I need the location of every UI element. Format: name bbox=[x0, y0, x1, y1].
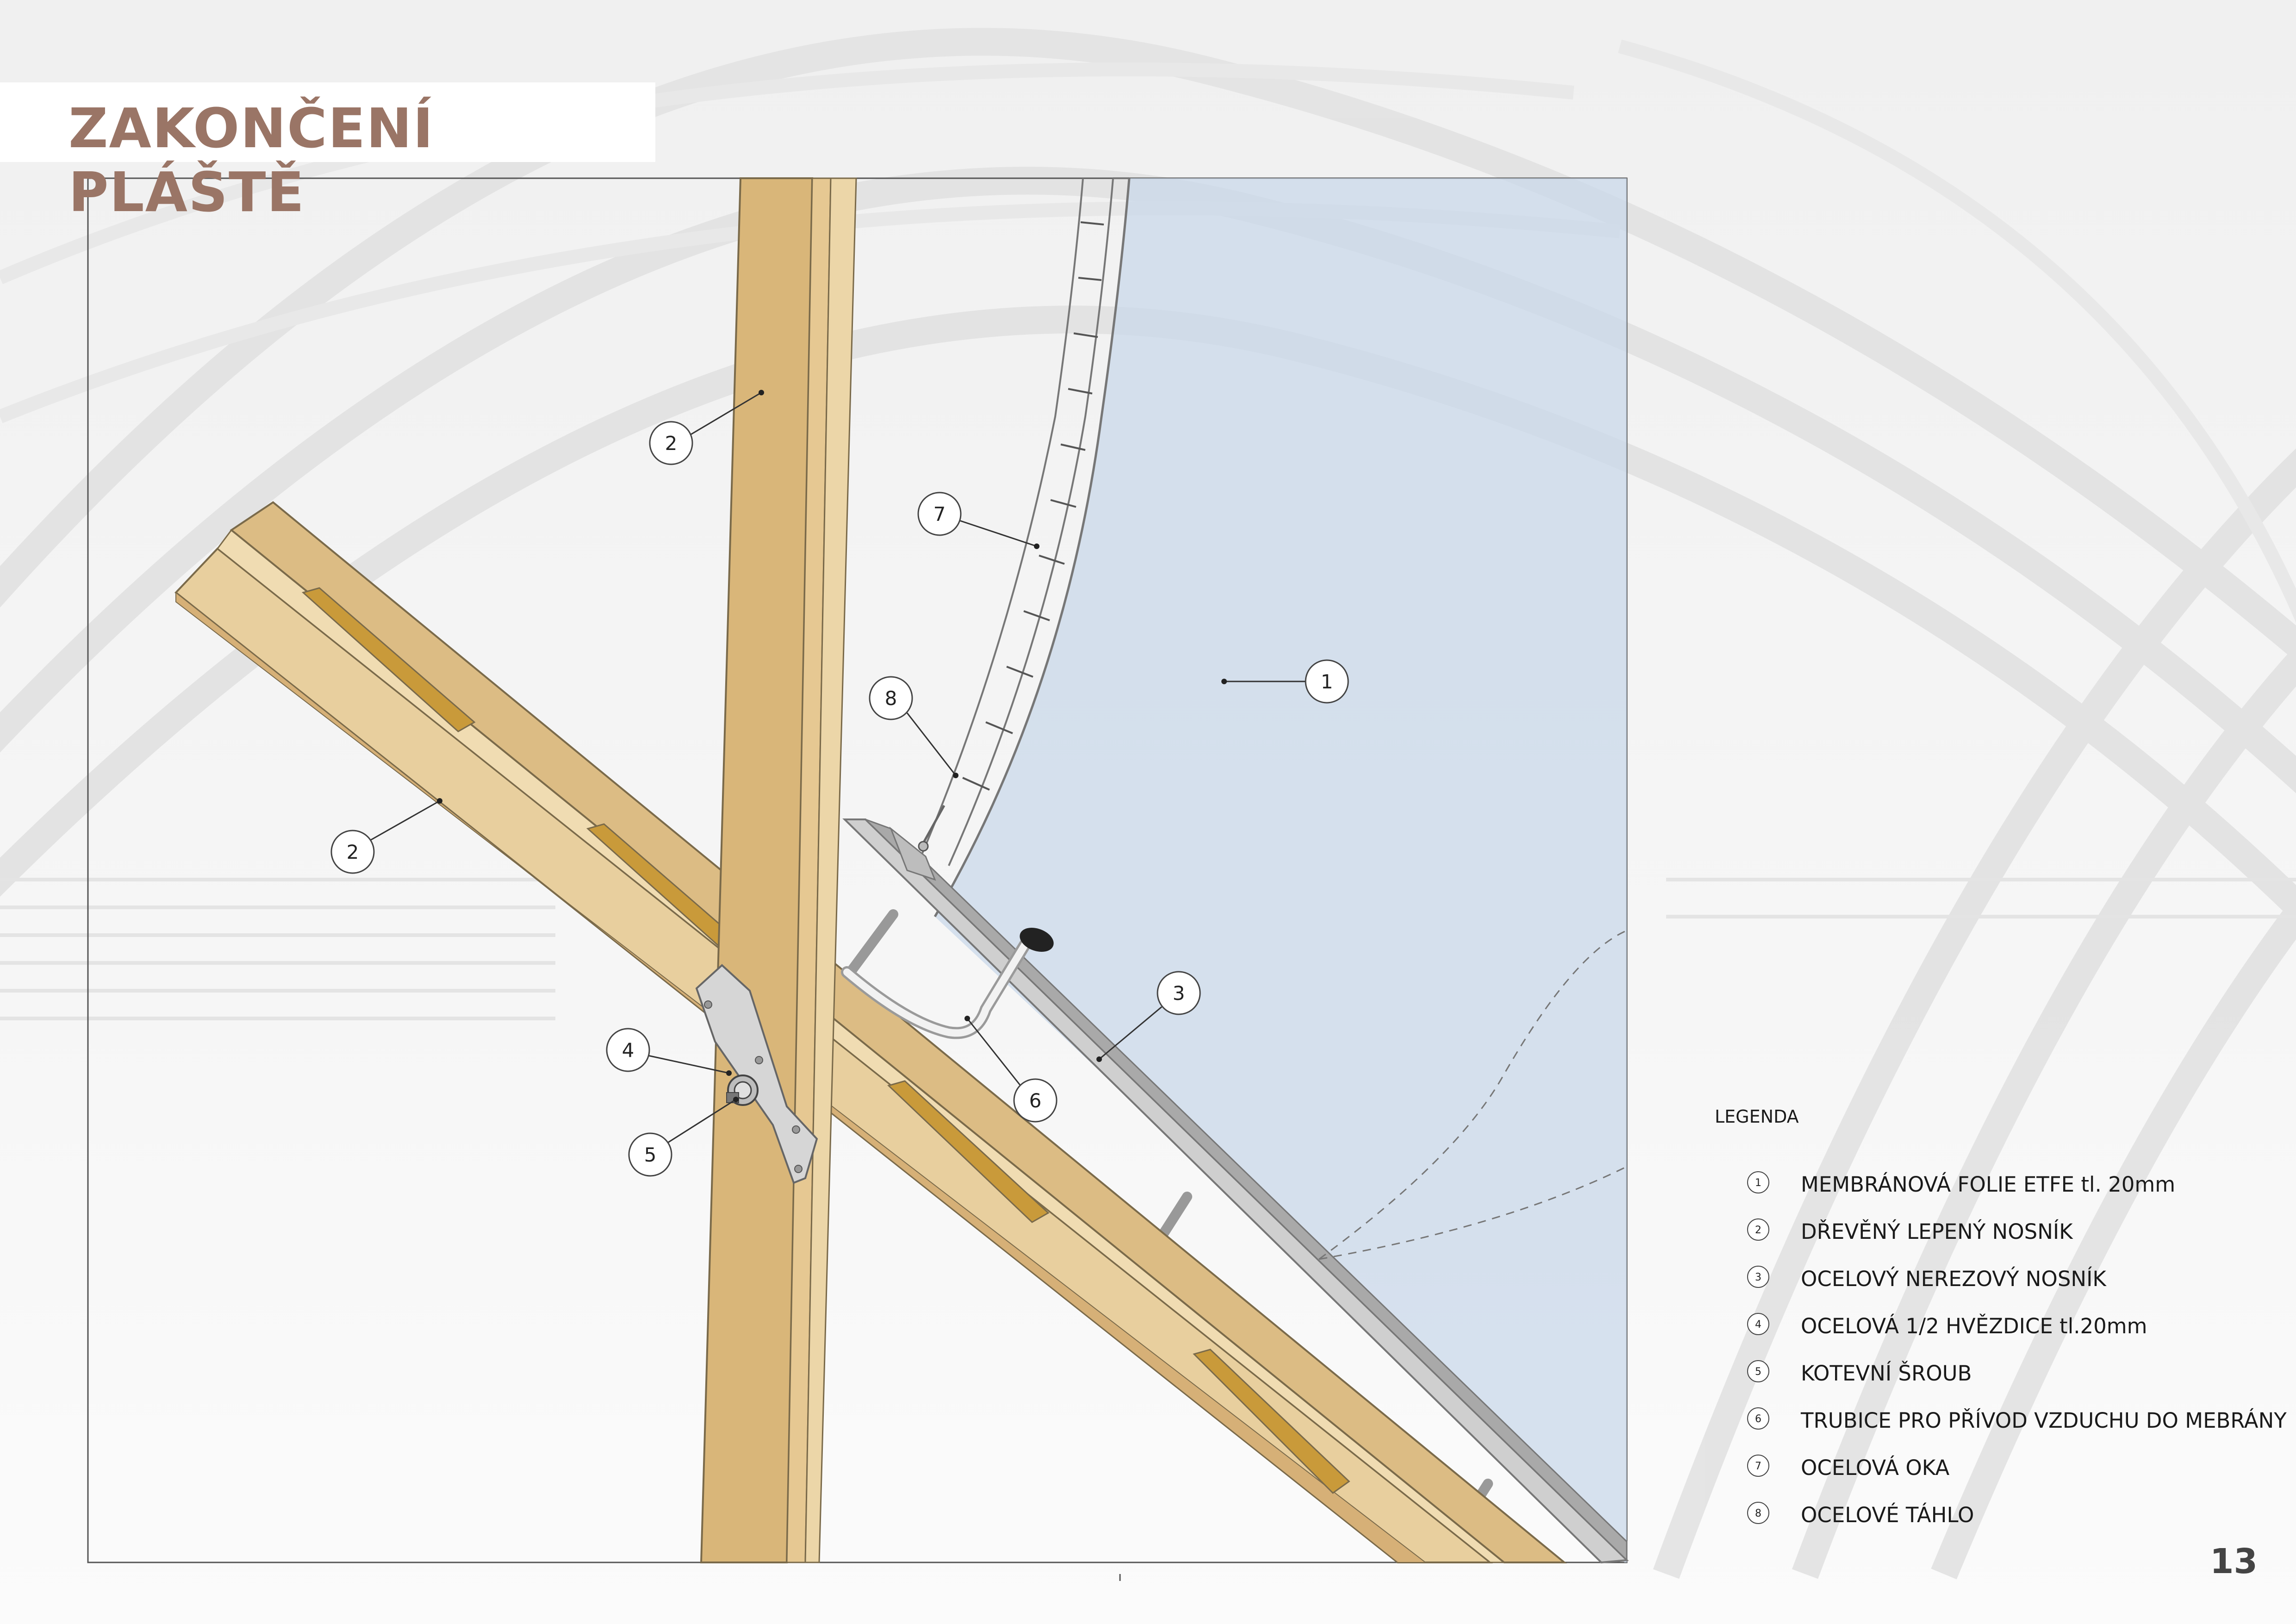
callout-7: 7 bbox=[917, 492, 1039, 549]
page-title: ZAKONČENÍ PLÁŠTĚ bbox=[68, 96, 434, 224]
legend-number: 4 bbox=[1747, 1313, 1769, 1335]
legend-heading: LEGENDA bbox=[1715, 1106, 1799, 1127]
callout-8-label: 8 bbox=[885, 687, 897, 710]
legend-text: KOTEVNÍ ŠROUB bbox=[1801, 1361, 1972, 1386]
vertical-glulam-beam bbox=[700, 177, 857, 1563]
callout-4-label: 4 bbox=[622, 1039, 635, 1062]
legend-number: 8 bbox=[1747, 1502, 1769, 1524]
legend-text: OCELOVÁ 1/2 HVĚZDICE tl.20mm bbox=[1801, 1314, 2147, 1338]
callout-2-diagonal-beam: 2 bbox=[330, 798, 442, 874]
title-banner: ZAKONČENÍ PLÁŠTĚ bbox=[0, 82, 655, 224]
callout-1-label: 1 bbox=[1321, 670, 1333, 693]
bolt-icon bbox=[726, 1074, 759, 1106]
callout-8: 8 bbox=[869, 676, 958, 778]
legend-text: OCELOVÁ OKA bbox=[1801, 1455, 1950, 1480]
callout-5-label: 5 bbox=[644, 1143, 657, 1166]
steel-tie-rod bbox=[920, 805, 946, 848]
legend-text: DŘEVĚNÝ LEPENÝ NOSNÍK bbox=[1801, 1219, 2073, 1244]
legend-number: 1 bbox=[1747, 1171, 1769, 1193]
page-number: 13 bbox=[2210, 1542, 2258, 1581]
callout-2a-label: 2 bbox=[665, 432, 678, 455]
legend-number: 5 bbox=[1747, 1360, 1769, 1382]
legend-number: 3 bbox=[1747, 1266, 1769, 1288]
callout-2b-label: 2 bbox=[347, 841, 359, 863]
legend-text: TRUBICE PRO PŘÍVOD VZDUCHU DO MEBRÁNY bbox=[1801, 1408, 2287, 1433]
legend-text: OCELOVÉ TÁHLO bbox=[1801, 1503, 1974, 1527]
legend-number: 7 bbox=[1747, 1455, 1769, 1477]
callout-3-label: 3 bbox=[1173, 982, 1185, 1005]
legend-text: OCELOVÝ NEREZOVÝ NOSNÍK bbox=[1801, 1267, 2106, 1291]
callout-7-label: 7 bbox=[933, 503, 946, 525]
legend-number: 2 bbox=[1747, 1218, 1769, 1241]
callout-6-label: 6 bbox=[1029, 1089, 1042, 1112]
legend-text: MEMBRÁNOVÁ FOLIE ETFE tl. 20mm bbox=[1801, 1172, 2176, 1197]
legend-number: 6 bbox=[1747, 1407, 1769, 1430]
